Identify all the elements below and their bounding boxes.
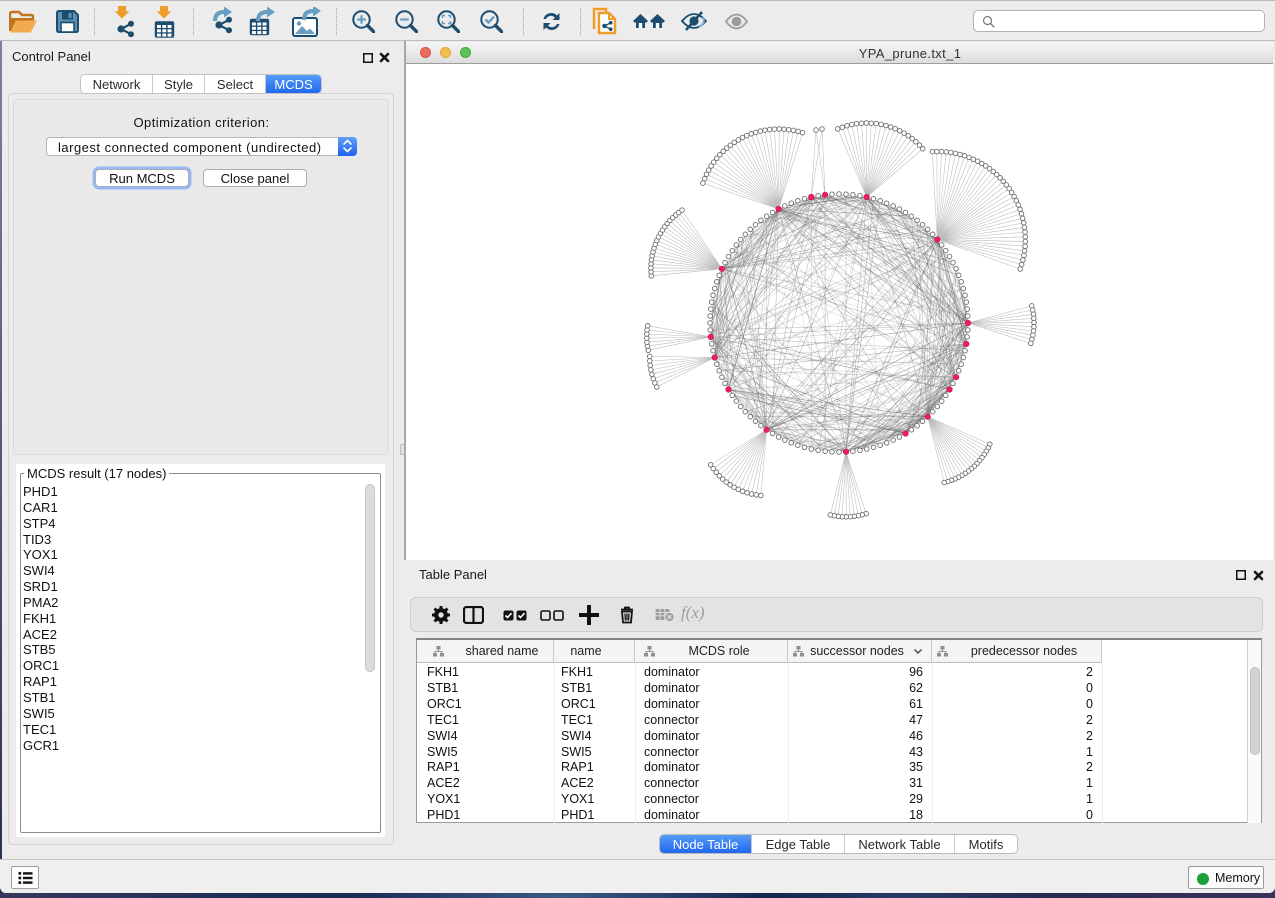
svg-text:f(x): f(x): [681, 603, 705, 622]
